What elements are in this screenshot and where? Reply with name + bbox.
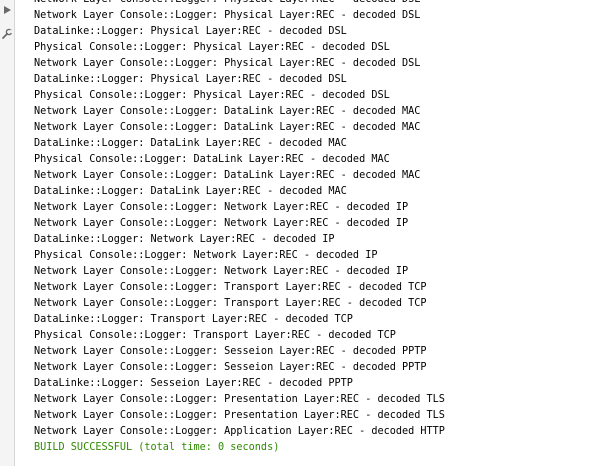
console-line: Network Layer Console::Logger: Network L… bbox=[34, 202, 409, 213]
console-line: DataLinke::Logger: Network Layer:REC - d… bbox=[34, 234, 335, 245]
console-line: Network Layer Console::Logger: Physical … bbox=[34, 0, 603, 8]
console-line: DataLinke::Logger: Physical Layer:REC - … bbox=[34, 26, 347, 37]
console-line: Network Layer Console::Logger: DataLink … bbox=[34, 122, 421, 133]
console-line: Network Layer Console::Logger: Network L… bbox=[34, 266, 409, 277]
console-line: Network Layer Console::Logger: DataLink … bbox=[34, 170, 421, 181]
output-console[interactable]: Network Layer Console::Logger: Physical … bbox=[34, 0, 603, 466]
console-line: DataLinke::Logger: Transport Layer:REC -… bbox=[34, 314, 353, 325]
run-icon[interactable] bbox=[1, 4, 13, 16]
console-line: Network Layer Console::Logger: Sesseion … bbox=[34, 346, 427, 357]
console-line: DataLinke::Logger: DataLink Layer:REC - … bbox=[34, 186, 347, 197]
console-line: Physical Console::Logger: Network Layer:… bbox=[34, 250, 378, 261]
console-line: DataLinke::Logger: DataLink Layer:REC - … bbox=[34, 138, 347, 149]
console-line: Network Layer Console::Logger: Network L… bbox=[34, 218, 409, 229]
console-line: DataLinke::Logger: Sesseion Layer:REC - … bbox=[34, 378, 353, 389]
build-status-line: BUILD SUCCESSFUL (total time: 0 seconds) bbox=[34, 442, 280, 453]
wrench-icon[interactable] bbox=[1, 28, 13, 40]
console-line: Physical Console::Logger: Transport Laye… bbox=[34, 330, 396, 341]
console-line: Physical Console::Logger: Physical Layer… bbox=[34, 90, 390, 101]
console-line: Network Layer Console::Logger: DataLink … bbox=[34, 106, 421, 117]
console-line: Physical Console::Logger: Physical Layer… bbox=[34, 42, 390, 53]
console-line: Network Layer Console::Logger: Transport… bbox=[34, 298, 427, 309]
console-line: Network Layer Console::Logger: Sesseion … bbox=[34, 362, 427, 373]
console-line: Network Layer Console::Logger: Physical … bbox=[34, 58, 421, 69]
console-line: Physical Console::Logger: DataLink Layer… bbox=[34, 154, 390, 165]
console-line: Network Layer Console::Logger: Presentat… bbox=[34, 394, 445, 405]
console-gutter bbox=[0, 0, 15, 466]
console-line: Network Layer Console::Logger: Presentat… bbox=[34, 410, 445, 421]
console-line: Network Layer Console::Logger: Physical … bbox=[34, 10, 421, 21]
console-line: DataLinke::Logger: Physical Layer:REC - … bbox=[34, 74, 347, 85]
console-line: Network Layer Console::Logger: Applicati… bbox=[34, 426, 445, 437]
console-line: Network Layer Console::Logger: Transport… bbox=[34, 282, 427, 293]
